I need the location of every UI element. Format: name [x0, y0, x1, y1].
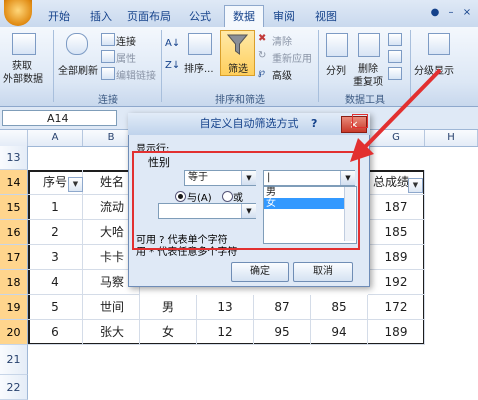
row-header-13[interactable]: 13 — [0, 146, 28, 170]
filter-label: 筛选 — [228, 64, 248, 75]
cell-d[interactable]: 12 — [197, 320, 254, 345]
cell-gender[interactable]: 男 — [140, 295, 197, 320]
dialog-help-icon[interactable]: ? — [311, 117, 317, 130]
cell-e[interactable]: 95 — [254, 320, 311, 345]
row-header-16[interactable]: 16 — [0, 220, 28, 245]
ok-button[interactable]: 确定 — [231, 262, 289, 282]
cell-e[interactable]: 87 — [254, 295, 311, 320]
tab-home[interactable]: 开始 — [42, 7, 76, 27]
tab-view[interactable]: 视图 — [308, 7, 344, 27]
row-header-21[interactable]: 21 — [0, 345, 28, 375]
properties-button[interactable]: 属性 — [116, 50, 136, 65]
advanced-button[interactable]: 高级 — [272, 67, 292, 82]
funnel-icon — [227, 34, 248, 55]
row-header-19[interactable]: 19 — [0, 295, 28, 320]
tab-review[interactable]: 审阅 — [266, 7, 302, 27]
connections-button[interactable]: 连接 — [116, 33, 136, 48]
cell-total[interactable]: 189 — [368, 245, 425, 270]
row-header-20[interactable]: 20 — [0, 320, 28, 345]
row-header-15[interactable]: 15 — [0, 195, 28, 220]
sort-az-icon[interactable]: A↓ — [165, 38, 180, 49]
cell-total[interactable]: 187 — [368, 195, 425, 220]
tab-data[interactable]: 数据 — [224, 5, 264, 28]
cell-f[interactable]: 94 — [311, 320, 368, 345]
cell-total[interactable]: 189 — [368, 320, 425, 345]
help-icon[interactable]: ● — [428, 6, 442, 20]
cell-name[interactable]: 世间 — [83, 295, 140, 320]
sort-filter-group-label: 排序和筛选 — [215, 95, 265, 106]
group-separator — [318, 30, 319, 102]
cell-seq[interactable]: 4 — [28, 270, 83, 295]
header-name-text: 姓名 — [100, 175, 125, 189]
column-header-a[interactable]: A — [28, 130, 83, 146]
row-header-18[interactable]: 18 — [0, 270, 28, 295]
data-validation-icon[interactable] — [388, 33, 402, 46]
outline-icon[interactable] — [428, 33, 450, 55]
close-icon[interactable]: × — [460, 6, 474, 20]
clear-icon: ✖ — [258, 33, 267, 44]
cell-seq[interactable]: 6 — [28, 320, 83, 345]
select-all-corner[interactable] — [0, 130, 28, 146]
autofilter-dropdown-total[interactable]: ▼ — [408, 178, 423, 193]
cell-f[interactable]: 85 — [311, 295, 368, 320]
cell-gender[interactable]: 女 — [140, 320, 197, 345]
sort-button[interactable]: 排序... — [184, 60, 214, 75]
minimize-icon[interactable]: – — [444, 6, 458, 20]
get-external-data-icon[interactable] — [12, 33, 36, 55]
group-separator — [53, 30, 54, 102]
edit-links-button[interactable]: 编辑链接 — [116, 67, 156, 82]
cell-seq[interactable]: 1 — [28, 195, 83, 220]
header-seq-text: 序号 — [42, 175, 67, 189]
edit-links-icon — [101, 67, 115, 80]
tab-insert[interactable]: 插入 — [84, 7, 118, 27]
clear-button[interactable]: 清除 — [272, 33, 292, 48]
tab-formulas[interactable]: 公式 — [182, 7, 218, 27]
properties-icon — [101, 50, 115, 63]
get-external-data-label-2[interactable]: 外部数据 — [3, 70, 43, 85]
annotation-arrow — [350, 68, 442, 162]
sort-icon[interactable] — [188, 33, 212, 55]
row-header-14[interactable]: 14 — [0, 170, 28, 195]
annotation-highlight-box — [132, 151, 360, 250]
cancel-button[interactable]: 取消 — [293, 262, 353, 282]
connections-icon — [101, 33, 115, 46]
refresh-all-button[interactable]: 全部刷新 — [58, 62, 98, 77]
cell-total[interactable]: 185 — [368, 220, 425, 245]
sort-za-icon[interactable]: Z↓ — [165, 60, 180, 71]
row-header-22[interactable]: 22 — [0, 375, 28, 400]
autofilter-dropdown-seq[interactable]: ▼ — [68, 177, 83, 192]
cell-total[interactable]: 172 — [368, 295, 425, 320]
tab-page-layout[interactable]: 页面布局 — [124, 7, 174, 27]
remove-duplicates-icon[interactable] — [358, 33, 380, 57]
reapply-icon: ↻ — [258, 50, 267, 61]
cell-d[interactable]: 13 — [197, 295, 254, 320]
row-header-17[interactable]: 17 — [0, 245, 28, 270]
cell-total[interactable]: 192 — [368, 270, 425, 295]
name-box[interactable]: A14 — [2, 110, 117, 126]
text-to-columns-icon[interactable] — [326, 33, 348, 57]
cell-name[interactable]: 张大 — [83, 320, 140, 345]
dialog-title: 自定义自动筛选方式 — [128, 113, 370, 135]
advanced-icon: ℘ — [258, 67, 265, 78]
cell-seq[interactable]: 2 — [28, 220, 83, 245]
connections-group-label: 连接 — [98, 95, 118, 106]
cell-seq[interactable]: 5 — [28, 295, 83, 320]
refresh-all-icon[interactable] — [66, 33, 88, 55]
reapply-button[interactable]: 重新应用 — [272, 50, 312, 65]
cell-seq[interactable]: 3 — [28, 245, 83, 270]
